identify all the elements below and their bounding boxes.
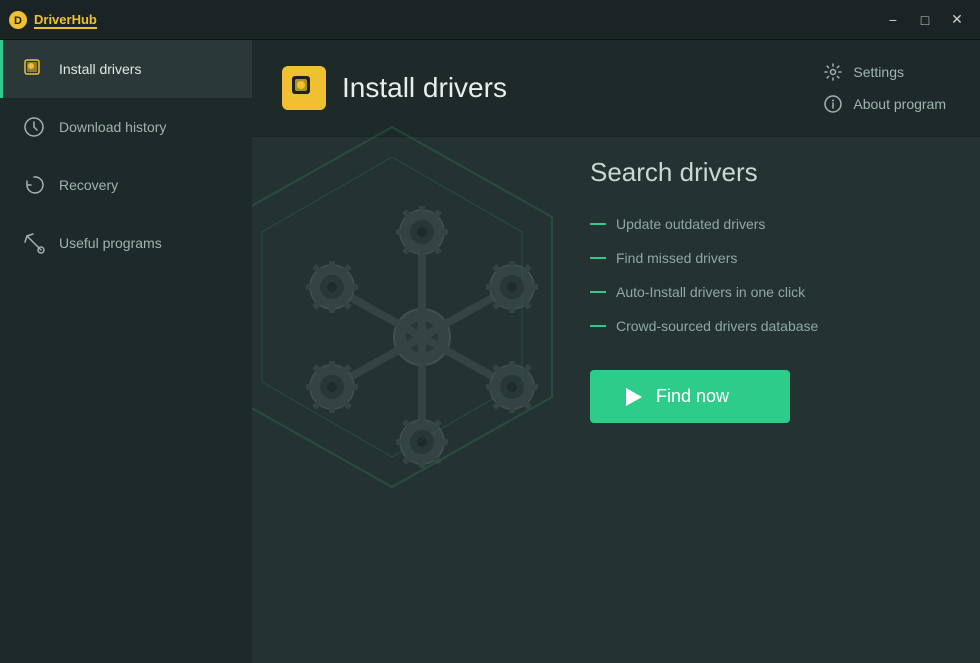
download-history-icon — [23, 116, 45, 138]
feature-item: Update outdated drivers — [590, 216, 930, 232]
right-panel: Search drivers Update outdated drivers F… — [590, 157, 930, 423]
main-layout: Install drivers Download history Recover… — [0, 40, 980, 663]
settings-label: Settings — [853, 64, 904, 80]
sidebar-item-useful-programs[interactable]: Useful programs — [0, 214, 252, 272]
sidebar-item-download-history[interactable]: Download history — [0, 98, 252, 156]
sidebar-item-install-drivers[interactable]: Install drivers — [0, 40, 252, 98]
header-title-area: Install drivers — [282, 66, 507, 110]
app-logo-icon: D — [8, 10, 28, 30]
sidebar-item-label: Download history — [59, 119, 166, 135]
feature-text: Update outdated drivers — [616, 216, 765, 232]
feature-item: Auto-Install drivers in one click — [590, 284, 930, 300]
info-icon — [823, 94, 843, 114]
settings-icon — [823, 62, 843, 82]
feature-dash — [590, 291, 606, 293]
about-label: About program — [853, 96, 946, 112]
sidebar: Install drivers Download history Recover… — [0, 40, 252, 663]
sidebar-item-label: Install drivers — [59, 61, 141, 77]
close-button[interactable]: ✕ — [942, 7, 972, 33]
install-drivers-icon — [23, 58, 45, 80]
feature-dash — [590, 257, 606, 259]
page-title: Install drivers — [342, 72, 507, 104]
content-body: Search drivers Update outdated drivers F… — [252, 137, 980, 663]
window-controls: − □ ✕ — [878, 7, 972, 33]
find-now-label: Find now — [656, 386, 729, 407]
search-title: Search drivers — [590, 157, 930, 188]
feature-text: Find missed drivers — [616, 250, 737, 266]
app-title: DriverHub — [34, 12, 97, 27]
feature-list: Update outdated drivers Find missed driv… — [590, 216, 930, 334]
about-button[interactable]: About program — [819, 92, 950, 116]
svg-text:D: D — [14, 15, 22, 27]
feature-text: Auto-Install drivers in one click — [616, 284, 805, 300]
sidebar-item-label: Recovery — [59, 177, 118, 193]
content-area: Install drivers Settings — [252, 40, 980, 663]
minimize-button[interactable]: − — [878, 7, 908, 33]
play-icon — [626, 388, 642, 406]
recovery-icon — [23, 174, 45, 196]
sidebar-item-recovery[interactable]: Recovery — [0, 156, 252, 214]
titlebar-left: D DriverHub — [8, 10, 97, 30]
header-logo — [282, 66, 326, 110]
maximize-button[interactable]: □ — [910, 7, 940, 33]
gear-illustration — [282, 177, 562, 497]
feature-dash — [590, 325, 606, 327]
sidebar-item-label: Useful programs — [59, 235, 162, 251]
titlebar: D DriverHub − □ ✕ — [0, 0, 980, 40]
header-logo-icon — [289, 73, 319, 103]
feature-text: Crowd-sourced drivers database — [616, 318, 818, 334]
feature-item: Crowd-sourced drivers database — [590, 318, 930, 334]
feature-item: Find missed drivers — [590, 250, 930, 266]
useful-programs-icon — [23, 232, 45, 254]
header-actions: Settings About program — [819, 60, 950, 116]
feature-dash — [590, 223, 606, 225]
settings-button[interactable]: Settings — [819, 60, 908, 84]
find-now-button[interactable]: Find now — [590, 370, 790, 423]
